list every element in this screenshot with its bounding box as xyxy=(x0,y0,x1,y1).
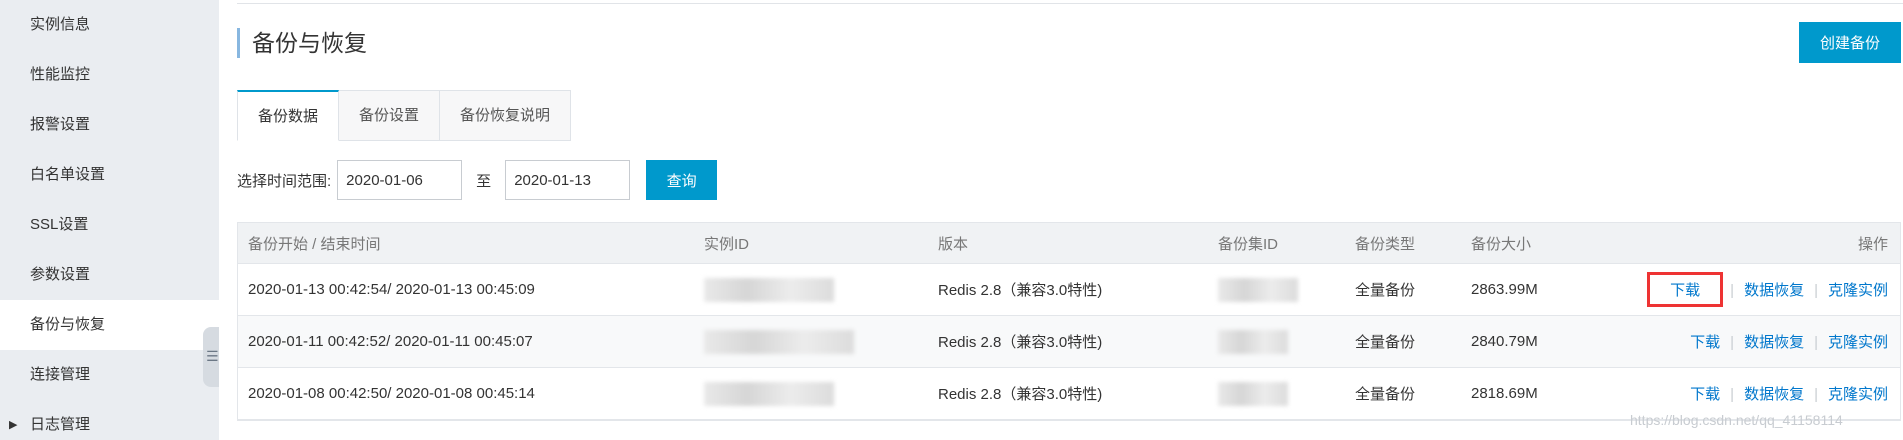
version-cell: Redis 2.8（兼容3.0特性) xyxy=(938,386,1103,403)
sidebar-item-label: 备份与恢复 xyxy=(30,316,106,333)
watermark: https://blog.csdn.net/qq_41158114 xyxy=(1630,412,1843,428)
sidebar-item-whitelist[interactable]: 白名单设置 xyxy=(0,150,219,200)
sidebar-collapse-handle[interactable]: ☰ xyxy=(203,327,219,387)
action-separator: | xyxy=(1730,282,1735,299)
action-separator: | xyxy=(1814,282,1818,299)
backup-type-cell: 全量备份 xyxy=(1355,386,1416,403)
redacted-instance-id xyxy=(704,329,854,354)
caret-right-icon: ▶ xyxy=(9,419,18,431)
clone-instance-link[interactable]: 克隆实例 xyxy=(1828,334,1888,351)
backup-time-cell: 2020-01-13 00:42:54/ 2020-01-13 00:45:09 xyxy=(248,281,535,298)
actions-cell: 下载 | 数据恢复 | 克隆实例 xyxy=(1636,331,1900,352)
table-row: 2020-01-13 00:42:54/ 2020-01-13 00:45:09… xyxy=(238,264,1900,316)
backup-set-id-cell xyxy=(1208,277,1345,302)
backup-set-id-cell xyxy=(1208,381,1345,406)
start-date-input[interactable] xyxy=(337,160,463,200)
tab-bar: 备份数据 备份设置 备份恢复说明 xyxy=(237,90,572,141)
download-link[interactable]: 下载 xyxy=(1690,334,1720,351)
table-header: 备份开始 / 结束时间 实例ID 版本 备份集ID 备份类型 备份大小 操作 xyxy=(238,223,1900,264)
sidebar-item-connection[interactable]: 连接管理 xyxy=(0,350,219,400)
sidebar-item-logs[interactable]: ▶ 日志管理 xyxy=(0,400,219,440)
data-restore-link[interactable]: 数据恢复 xyxy=(1744,282,1804,299)
actions-cell: 下载 | 数据恢复 | 克隆实例 xyxy=(1636,272,1900,307)
sidebar-item-params[interactable]: 参数设置 xyxy=(0,250,219,300)
action-separator: | xyxy=(1730,334,1735,351)
column-header-backup-size: 备份大小 xyxy=(1471,235,1532,253)
instance-id-cell xyxy=(694,277,928,302)
top-divider xyxy=(237,0,1903,4)
sidebar-item-label: 日志管理 xyxy=(30,416,91,433)
redacted-backup-set-id xyxy=(1218,329,1288,354)
sidebar-item-label: 性能监控 xyxy=(30,66,91,83)
clone-instance-link[interactable]: 克隆实例 xyxy=(1828,386,1888,403)
sidebar-item-performance[interactable]: 性能监控 xyxy=(0,50,219,100)
column-header-instance-id: 实例ID xyxy=(704,235,750,253)
tab-backup-data[interactable]: 备份数据 xyxy=(237,90,340,141)
end-date-input[interactable] xyxy=(505,160,631,200)
backup-set-id-cell xyxy=(1208,329,1345,354)
redacted-instance-id xyxy=(704,277,834,302)
sidebar-item-label: 参数设置 xyxy=(30,266,91,283)
version-cell: Redis 2.8（兼容3.0特性) xyxy=(938,282,1103,299)
main-content: 备份与恢复 创建备份 备份数据 备份设置 备份恢复说明 选择时间范围: 至 查询… xyxy=(219,0,1903,440)
backup-type-cell: 全量备份 xyxy=(1355,282,1416,299)
sidebar-item-label: 报警设置 xyxy=(30,116,91,133)
column-header-version: 版本 xyxy=(938,235,969,253)
action-separator: | xyxy=(1730,386,1735,403)
backup-type-cell: 全量备份 xyxy=(1355,334,1416,351)
download-link[interactable]: 下载 xyxy=(1647,272,1724,307)
sidebar-item-label: 连接管理 xyxy=(30,366,91,383)
sidebar-item-instance-info[interactable]: 实例信息 xyxy=(0,0,219,50)
backup-table: 备份开始 / 结束时间 实例ID 版本 备份集ID 备份类型 备份大小 操作 2… xyxy=(237,222,1901,421)
tab-backup-settings[interactable]: 备份设置 xyxy=(339,90,441,141)
tab-backup-restore-help[interactable]: 备份恢复说明 xyxy=(440,90,572,141)
query-button[interactable]: 查询 xyxy=(646,160,718,200)
action-separator: | xyxy=(1814,334,1818,351)
backup-time-cell: 2020-01-08 00:42:50/ 2020-01-08 00:45:14 xyxy=(248,385,535,402)
backup-size-cell: 2818.69M xyxy=(1471,385,1538,402)
redacted-instance-id xyxy=(704,381,834,406)
sidebar-item-alarm[interactable]: 报警设置 xyxy=(0,100,219,150)
backup-time-cell: 2020-01-11 00:42:52/ 2020-01-11 00:45:07 xyxy=(248,333,533,350)
sidebar-item-ssl[interactable]: SSL设置 xyxy=(0,200,219,250)
redacted-backup-set-id xyxy=(1218,277,1298,302)
redacted-backup-set-id xyxy=(1218,381,1288,406)
clone-instance-link[interactable]: 克隆实例 xyxy=(1828,282,1888,299)
sidebar-item-backup-restore[interactable]: 备份与恢复 xyxy=(0,300,219,350)
page-title: 备份与恢复 xyxy=(237,28,367,58)
column-header-actions: 操作 xyxy=(1857,235,1888,253)
backup-size-cell: 2863.99M xyxy=(1471,281,1538,298)
data-restore-link[interactable]: 数据恢复 xyxy=(1744,386,1804,403)
data-restore-link[interactable]: 数据恢复 xyxy=(1744,334,1804,351)
sidebar-item-label: SSL设置 xyxy=(30,216,89,233)
range-separator: 至 xyxy=(476,172,492,190)
column-header-time: 备份开始 / 结束时间 xyxy=(248,235,381,253)
version-cell: Redis 2.8（兼容3.0特性) xyxy=(938,334,1103,351)
column-header-backup-set-id: 备份集ID xyxy=(1218,235,1279,253)
sidebar: 实例信息 性能监控 报警设置 白名单设置 SSL设置 参数设置 备份与恢复 连接… xyxy=(0,0,219,440)
time-range-label: 选择时间范围: xyxy=(237,172,332,190)
sidebar-item-label: 白名单设置 xyxy=(30,166,106,183)
time-range-filter: 选择时间范围: 至 查询 xyxy=(237,160,718,200)
table-row: 2020-01-11 00:42:52/ 2020-01-11 00:45:07… xyxy=(238,316,1900,368)
instance-id-cell xyxy=(694,329,928,354)
backup-size-cell: 2840.79M xyxy=(1471,333,1538,350)
action-separator: | xyxy=(1814,386,1818,403)
collapse-handle-icon: ☰ xyxy=(206,348,219,364)
actions-cell: 下载 | 数据恢复 | 克隆实例 xyxy=(1636,383,1900,404)
column-header-backup-type: 备份类型 xyxy=(1355,235,1416,253)
sidebar-item-label: 实例信息 xyxy=(30,16,91,33)
create-backup-button[interactable]: 创建备份 xyxy=(1799,22,1901,63)
instance-id-cell xyxy=(694,381,928,406)
download-link[interactable]: 下载 xyxy=(1690,386,1720,403)
